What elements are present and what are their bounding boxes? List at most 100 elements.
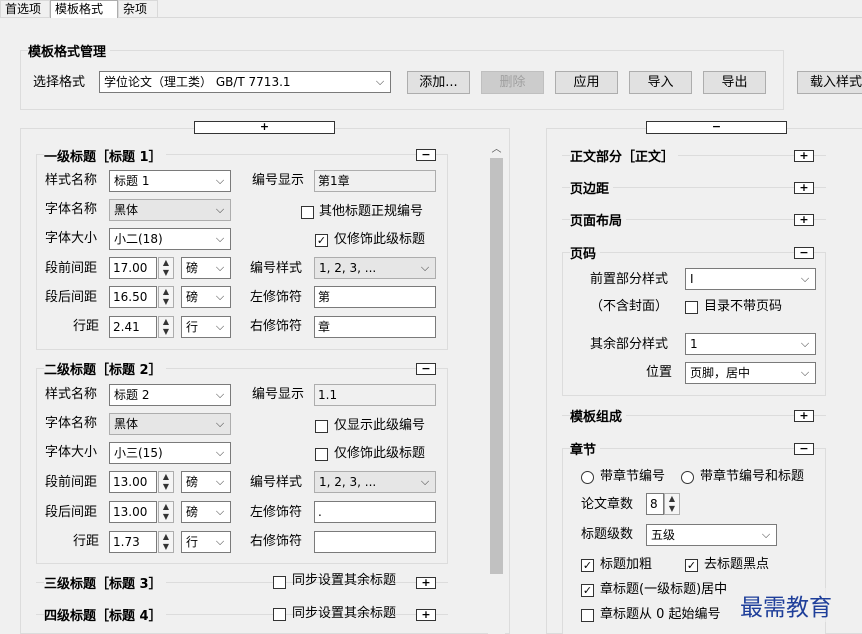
h1-style-name-select[interactable]: 标题 1 ⌵ — [109, 170, 231, 192]
h1-space-before-stepper[interactable]: ▲ ▼ — [158, 257, 174, 279]
chapter-collapse-button[interactable]: − — [794, 443, 814, 455]
rest-style-select[interactable]: 1 ⌵ — [685, 333, 816, 355]
h1-line-spacing-input[interactable]: 2.41 — [109, 316, 157, 338]
h3-sync-checkbox[interactable] — [273, 576, 286, 589]
h1-number-style-select[interactable]: 1, 2, 3, ... ⌵ — [314, 257, 436, 279]
stepper-down-icon[interactable]: ▼ — [159, 542, 173, 552]
load-style-button[interactable]: 载入样式 — [797, 71, 862, 94]
h2-only-show-level-checkbox[interactable] — [315, 420, 328, 433]
h2-unit3-select[interactable]: 行 ⌵ — [181, 531, 231, 553]
position-select[interactable]: 页脚，居中 ⌵ — [685, 362, 816, 384]
h2-space-after-input[interactable]: 13.00 — [109, 501, 157, 523]
template-expand-button[interactable]: + — [794, 410, 814, 422]
h1-unit1-select[interactable]: 磅 ⌵ — [181, 257, 231, 279]
h1-unit3-select[interactable]: 行 ⌵ — [181, 316, 231, 338]
center-checkbox[interactable]: ✓ — [581, 584, 594, 597]
h1-right-deco-label: 右修饰符 — [250, 319, 303, 334]
stepper-up-icon[interactable]: ▲ — [159, 287, 173, 297]
chevron-down-icon: ⌵ — [420, 475, 430, 488]
h2-number-style-select[interactable]: 1, 2, 3, ... ⌵ — [314, 471, 436, 493]
chevron-down-icon: ⌵ — [375, 75, 385, 88]
tab-divider — [0, 17, 862, 18]
collapse-all-button[interactable]: − — [646, 121, 787, 134]
no-dot-checkbox[interactable]: ✓ — [685, 559, 698, 572]
h1-space-before-input[interactable]: 17.00 — [109, 257, 157, 279]
stepper-up-icon[interactable]: ▲ — [159, 472, 173, 482]
chevron-down-icon: ⌵ — [215, 475, 225, 488]
scrollbar-thumb[interactable] — [490, 158, 503, 574]
toc-no-number-checkbox[interactable] — [685, 301, 698, 314]
tab-preferences[interactable]: 首选项 — [0, 0, 50, 17]
h2-collapse-button[interactable]: − — [416, 363, 436, 375]
h1-right-deco-input[interactable]: 章 — [314, 316, 436, 338]
h2-space-before-stepper[interactable]: ▲ ▼ — [158, 471, 174, 493]
h2-number-display-field: 1.1 — [314, 384, 436, 406]
h1-font-name-select[interactable]: 黑体 ⌵ — [109, 199, 231, 221]
h1-line-spacing-stepper[interactable]: ▲ ▼ — [158, 316, 174, 338]
delete-button[interactable]: 删除 — [481, 71, 544, 94]
h1-font-size-select[interactable]: 小二(18) ⌵ — [109, 228, 231, 250]
stepper-up-icon[interactable]: ▲ — [159, 502, 173, 512]
stepper-down-icon[interactable]: ▼ — [159, 482, 173, 492]
scroll-up-icon[interactable]: ︿ — [490, 140, 503, 155]
h1-font-size-label: 字体大小 — [45, 231, 98, 246]
expand-all-button[interactable]: + — [194, 121, 335, 134]
h2-line-spacing-input[interactable]: 1.73 — [109, 531, 157, 553]
h1-collapse-button[interactable]: − — [416, 149, 436, 161]
stepper-down-icon[interactable]: ▼ — [159, 268, 173, 278]
h4-sync-checkbox[interactable] — [273, 608, 286, 621]
stepper-down-icon[interactable]: ▼ — [159, 512, 173, 522]
h2-font-size-select[interactable]: 小三(15) ⌵ — [109, 442, 231, 464]
chapter-number-radio[interactable] — [581, 471, 594, 484]
h1-left-deco-input[interactable]: 第 — [314, 286, 436, 308]
h1-space-after-stepper[interactable]: ▲ ▼ — [158, 286, 174, 308]
h1-unit2-select[interactable]: 磅 ⌵ — [181, 286, 231, 308]
stepper-up-icon[interactable]: ▲ — [159, 532, 173, 542]
chapter-number-title-radio[interactable] — [681, 471, 694, 484]
chapter-count-input[interactable]: 8 — [646, 493, 664, 515]
h2-unit2-select[interactable]: 磅 ⌵ — [181, 501, 231, 523]
h1-space-after-input[interactable]: 16.50 — [109, 286, 157, 308]
import-button[interactable]: 导入 — [629, 71, 692, 94]
rest-style-value: 1 — [690, 337, 698, 351]
bold-checkbox[interactable]: ✓ — [581, 559, 594, 572]
h2-unit3-value: 行 — [186, 535, 199, 549]
h2-style-name-select[interactable]: 标题 2 ⌵ — [109, 384, 231, 406]
stepper-down-icon[interactable]: ▼ — [665, 504, 679, 514]
page-number-collapse-button[interactable]: − — [794, 247, 814, 259]
margins-expand-button[interactable]: + — [794, 182, 814, 194]
stepper-down-icon[interactable]: ▼ — [159, 327, 173, 337]
h2-line-spacing-stepper[interactable]: ▲ ▼ — [158, 531, 174, 553]
export-button[interactable]: 导出 — [703, 71, 766, 94]
h4-expand-button[interactable]: + — [416, 609, 436, 621]
chapter-count-stepper[interactable]: ▲ ▼ — [664, 493, 680, 515]
h2-line-spacing-label: 行距 — [73, 534, 100, 549]
h3-expand-button[interactable]: + — [416, 577, 436, 589]
front-style-select[interactable]: I ⌵ — [685, 268, 816, 290]
h1-other-numbering-checkbox[interactable] — [301, 206, 314, 219]
template-management-title: 模板格式管理 — [28, 41, 111, 60]
add-button[interactable]: 添加... — [407, 71, 470, 94]
tab-misc[interactable]: 杂项 — [118, 0, 158, 17]
h2-space-before-input[interactable]: 13.00 — [109, 471, 157, 493]
h2-unit1-select[interactable]: 磅 ⌵ — [181, 471, 231, 493]
format-select[interactable]: 学位论文（理工类） GB/T 7713.1 ⌵ — [99, 71, 391, 93]
h2-space-after-stepper[interactable]: ▲ ▼ — [158, 501, 174, 523]
h3-title: 三级标题［标题 3］ — [44, 573, 166, 592]
apply-button[interactable]: 应用 — [555, 71, 618, 94]
h2-font-name-select[interactable]: 黑体 ⌵ — [109, 413, 231, 435]
body-expand-button[interactable]: + — [794, 150, 814, 162]
h2-right-deco-input[interactable] — [314, 531, 436, 553]
h2-only-decorate-checkbox[interactable] — [315, 448, 328, 461]
chapter-count-label: 论文章数 — [581, 497, 634, 512]
h2-left-deco-input[interactable]: . — [314, 501, 436, 523]
heading-level-select[interactable]: 五级 ⌵ — [646, 524, 777, 546]
stepper-up-icon[interactable]: ▲ — [159, 317, 173, 327]
h1-only-decorate-checkbox[interactable]: ✓ — [315, 234, 328, 247]
layout-expand-button[interactable]: + — [794, 214, 814, 226]
stepper-up-icon[interactable]: ▲ — [665, 494, 679, 504]
tab-template-format[interactable]: 模板格式 — [50, 0, 118, 18]
from-zero-checkbox[interactable] — [581, 609, 594, 622]
stepper-down-icon[interactable]: ▼ — [159, 297, 173, 307]
stepper-up-icon[interactable]: ▲ — [159, 258, 173, 268]
